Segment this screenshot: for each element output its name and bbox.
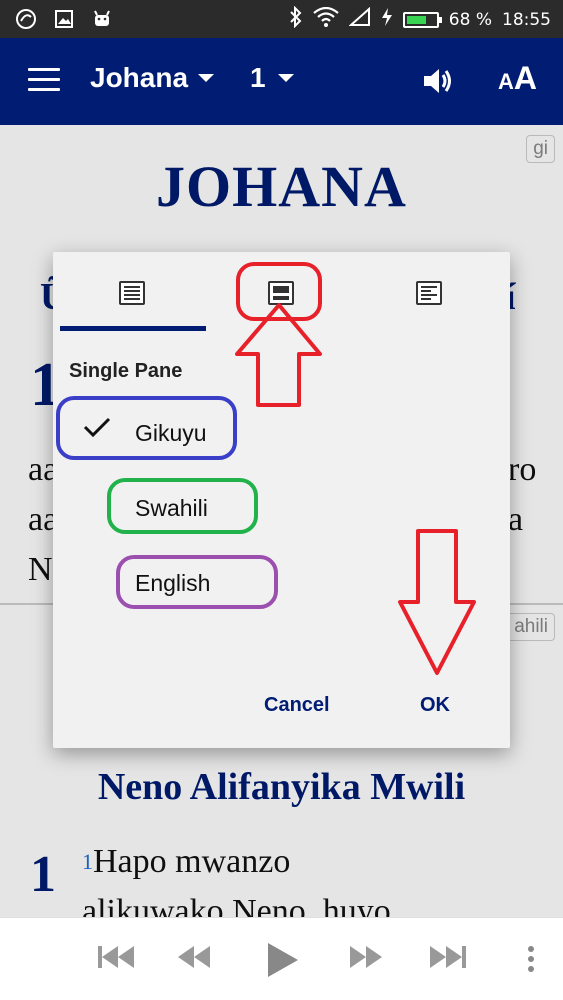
single-pane-icon (119, 281, 145, 305)
chapter-selector[interactable]: 1 (250, 62, 294, 94)
chevron-down-icon (198, 74, 215, 82)
chevron-down-icon (277, 74, 294, 82)
option-english[interactable]: English (135, 570, 210, 597)
battery-percent: 68 % (448, 9, 492, 30)
app-icon (14, 7, 38, 31)
more-options-icon[interactable] (528, 946, 534, 976)
wifi-icon (313, 6, 339, 32)
bluetooth-icon (289, 5, 303, 33)
gallery-icon (52, 7, 76, 31)
chapter-number: 1 (250, 62, 266, 93)
fast-forward-icon[interactable] (350, 946, 382, 968)
book-selector[interactable]: Johana (90, 62, 215, 94)
audio-player-bar (0, 917, 563, 1000)
rewind-icon[interactable] (178, 946, 210, 968)
book-name: Johana (90, 62, 189, 93)
tab-indicator (60, 326, 206, 331)
play-icon[interactable] (268, 943, 298, 977)
option-swahili[interactable]: Swahili (135, 495, 208, 522)
skip-previous-icon[interactable] (98, 946, 134, 968)
checkmark-icon (83, 416, 111, 443)
tab-verse-by-verse[interactable] (353, 252, 505, 334)
battery-icon (402, 11, 442, 28)
layout-dialog: Single Pane Gikuyu Swahili English Cance… (53, 252, 510, 748)
dialog-heading: Single Pane (69, 360, 183, 382)
status-bar: 68 % 18:55 (0, 0, 563, 38)
notification-icons (14, 7, 114, 31)
verse-layout-icon (416, 281, 442, 305)
ok-button[interactable]: OK (420, 694, 450, 717)
hamburger-menu-icon[interactable] (28, 68, 60, 92)
tab-single-pane[interactable] (56, 252, 208, 334)
signal-icon (348, 6, 371, 32)
layout-tabs (53, 252, 510, 334)
system-indicators: 68 % 18:55 (289, 5, 551, 33)
two-pane-icon (268, 281, 294, 305)
skip-next-icon[interactable] (430, 946, 466, 968)
tab-two-pane-vertical[interactable] (205, 252, 357, 334)
speaker-icon[interactable] (422, 66, 454, 101)
clock: 18:55 (502, 9, 551, 30)
app-bar: Johana 1 AA (0, 38, 563, 125)
android-icon (90, 7, 114, 31)
cancel-button[interactable]: Cancel (264, 694, 330, 717)
text-size-icon[interactable]: AA (498, 60, 537, 97)
option-gikuyu[interactable]: Gikuyu (135, 420, 207, 447)
charging-icon (381, 7, 393, 32)
